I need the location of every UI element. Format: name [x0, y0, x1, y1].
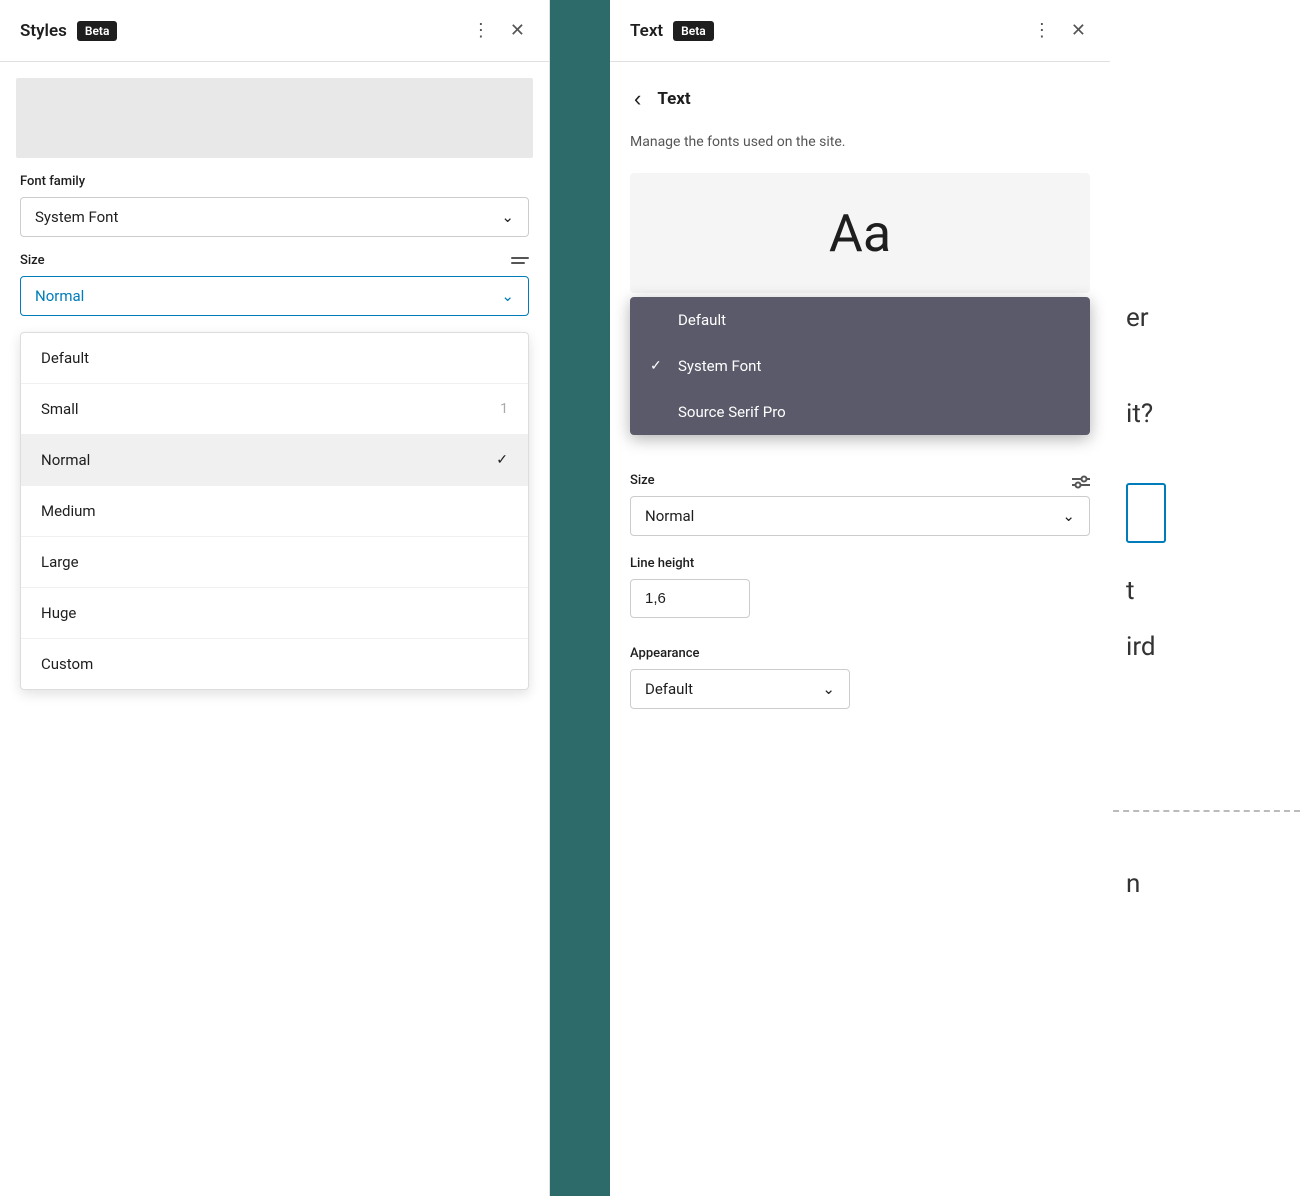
- right-panel-actions: ⋮ ✕: [1029, 16, 1090, 45]
- right-more-options-button[interactable]: ⋮: [1029, 16, 1055, 45]
- left-more-options-button[interactable]: ⋮: [468, 16, 494, 45]
- left-panel-title-area: Styles Beta: [20, 21, 117, 41]
- dropdown-item-label: Default: [41, 349, 89, 367]
- right-size-select[interactable]: Normal ⌄: [630, 496, 1090, 536]
- appearance-label: Appearance: [630, 646, 1090, 661]
- left-beta-badge: Beta: [77, 21, 118, 41]
- size-sliders-icon: [1072, 475, 1090, 489]
- size-dropdown-list: Default Small 1 Normal ✓ Medium Large Hu…: [20, 332, 529, 690]
- dropdown-item-label: Large: [41, 553, 79, 571]
- blue-highlight-box: [1126, 483, 1166, 543]
- back-button[interactable]: ‹: [630, 82, 645, 116]
- edge-content: er it? t ird n: [1110, 0, 1300, 922]
- dropdown-item-normal[interactable]: Normal ✓: [21, 435, 528, 486]
- font-option-label: Default: [678, 311, 726, 329]
- right-size-select-wrapper: Normal ⌄: [630, 496, 1090, 536]
- right-panel-title-area: Text Beta: [630, 21, 714, 41]
- size-select-wrapper: Normal ⌄: [20, 276, 529, 316]
- font-option-label: Source Serif Pro: [678, 403, 786, 421]
- line-height-input[interactable]: [630, 579, 750, 618]
- edge-text-4: ird: [1126, 629, 1284, 665]
- text-description: Manage the fonts used on the site.: [630, 132, 1090, 153]
- font-family-label: Font family: [20, 174, 529, 189]
- appearance-select-wrapper: Default ⌄: [630, 669, 850, 709]
- right-size-section: Size Normal ⌄ Line height A: [630, 473, 1090, 709]
- appearance-select[interactable]: Default ⌄: [630, 669, 850, 709]
- close-icon: ✕: [510, 20, 525, 41]
- font-preview-box: Aa ✓ Default ✓ System Font ✓ Source Seri…: [630, 173, 1090, 293]
- right-panel-nav-title: Text: [657, 89, 690, 109]
- edge-text-5: n: [1126, 866, 1284, 902]
- dropdown-item-label: Huge: [41, 604, 76, 622]
- left-panel-content: Font family System Font ⌄ Size Normal ⌄ …: [0, 174, 549, 1196]
- font-check-icon: ✓: [650, 358, 666, 374]
- right-panel-header: Text Beta ⋮ ✕: [610, 0, 1110, 62]
- size-label-text: Size: [630, 473, 655, 488]
- check-icon: ✓: [496, 452, 508, 468]
- dropdown-item-large[interactable]: Large: [21, 537, 528, 588]
- font-family-select-wrapper: System Font ⌄: [20, 197, 529, 237]
- edge-text-1: er: [1126, 300, 1284, 336]
- dropdown-item-default[interactable]: Default: [21, 333, 528, 384]
- dropdown-item-label: Medium: [41, 502, 96, 520]
- right-panel-content: ‹ Text Manage the fonts used on the site…: [610, 62, 1110, 1196]
- size-sliders-icon[interactable]: [511, 257, 529, 264]
- size-value: Normal: [35, 287, 84, 305]
- back-navigation: ‹ Text: [630, 82, 1090, 116]
- font-dropdown-overlay: ✓ Default ✓ System Font ✓ Source Serif P…: [630, 297, 1090, 435]
- dropdown-item-label: Custom: [41, 655, 93, 673]
- font-family-select[interactable]: System Font ⌄: [20, 197, 529, 237]
- dropdown-item-label: Small: [41, 400, 79, 418]
- font-option-system[interactable]: ✓ System Font: [630, 343, 1090, 389]
- left-panel-preview: [16, 78, 533, 158]
- right-size-label: Size: [630, 473, 1090, 488]
- dropdown-item-count: 1: [500, 401, 508, 417]
- font-option-default[interactable]: ✓ Default: [630, 297, 1090, 343]
- dropdown-item-small[interactable]: Small 1: [21, 384, 528, 435]
- font-family-value: System Font: [35, 208, 118, 226]
- left-panel: Styles Beta ⋮ ✕ Font family System Font …: [0, 0, 550, 1196]
- right-panel: Text Beta ⋮ ✕ ‹ Text Manage the fonts us…: [610, 0, 1110, 1196]
- appearance-chevron: ⌄: [822, 680, 835, 698]
- dropdown-item-medium[interactable]: Medium: [21, 486, 528, 537]
- font-option-source-serif[interactable]: ✓ Source Serif Pro: [630, 389, 1090, 435]
- appearance-value: Default: [645, 680, 693, 698]
- teal-divider-bar: [550, 0, 610, 1196]
- font-preview-text: Aa: [829, 203, 891, 264]
- size-chevron: ⌄: [501, 287, 514, 305]
- dropdown-item-huge[interactable]: Huge: [21, 588, 528, 639]
- more-options-icon: ⋮: [472, 20, 490, 41]
- font-family-chevron: ⌄: [501, 208, 514, 226]
- line-height-label: Line height: [630, 556, 1090, 571]
- dropdown-item-label: Normal: [41, 451, 90, 469]
- size-label: Size: [20, 253, 45, 268]
- left-panel-header: Styles Beta ⋮ ✕: [0, 0, 549, 62]
- right-size-chevron: ⌄: [1062, 507, 1075, 525]
- font-option-label: System Font: [678, 357, 761, 375]
- left-close-button[interactable]: ✕: [506, 16, 529, 45]
- left-panel-title: Styles: [20, 21, 67, 41]
- right-edge-area: er it? t ird n: [1110, 0, 1300, 1196]
- left-panel-actions: ⋮ ✕: [468, 16, 529, 45]
- size-select[interactable]: Normal ⌄: [20, 276, 529, 316]
- right-size-value: Normal: [645, 507, 694, 525]
- size-header: Size: [20, 253, 529, 268]
- dashed-line-top: [1110, 810, 1300, 812]
- right-close-button[interactable]: ✕: [1067, 16, 1090, 45]
- edge-text-2: it?: [1126, 396, 1284, 432]
- more-options-icon: ⋮: [1033, 20, 1051, 41]
- close-icon: ✕: [1071, 20, 1086, 41]
- edge-text-3: t: [1126, 573, 1284, 609]
- dropdown-item-custom[interactable]: Custom: [21, 639, 528, 689]
- right-beta-badge: Beta: [673, 21, 714, 41]
- right-panel-title: Text: [630, 21, 663, 41]
